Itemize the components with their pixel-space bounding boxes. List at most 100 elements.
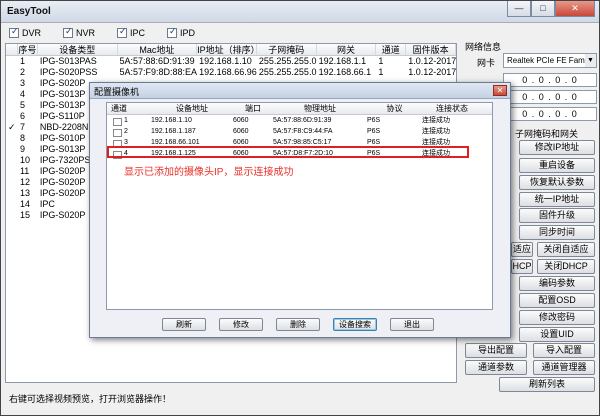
table-cell: IPG-S020PSS [39,67,98,77]
table-cell: 11 [19,166,30,176]
table-cell: P6S [367,128,381,135]
table-cell: 4 [19,89,25,99]
checkbox-icon[interactable] [117,26,128,38]
checkbox-icon[interactable] [113,117,122,126]
refresh-list-button[interactable]: 刷新列表 [499,377,595,392]
filter-dvr[interactable]: DVR [9,26,41,40]
column-header[interactable] [6,44,18,55]
modify-button[interactable]: 修改 [219,318,263,331]
restore-defaults-button[interactable]: 恢复默认参数 [519,175,595,190]
column-header[interactable]: 协议 [367,103,422,114]
ip-field[interactable]: 0 . 0 . 0 . 0 [503,73,597,87]
table-cell: 连接成功 [422,117,450,124]
chevron-down-icon[interactable]: ▼ [585,54,596,67]
close-button[interactable]: ✕ [555,1,595,17]
checkbox-icon[interactable] [113,128,122,137]
filter-label: IPD [180,28,196,38]
checkbox-icon[interactable] [63,26,74,38]
device-search-button[interactable]: 设备搜索 [333,318,377,331]
column-header[interactable]: 连接状态 [422,103,482,114]
table-cell: 192.168.1.1 [318,56,367,66]
checkbox-icon[interactable] [9,26,19,38]
filter-ipc[interactable]: IPC [117,26,145,40]
column-header[interactable]: Mac地址 [118,44,198,55]
column-header[interactable]: 通道 [376,44,407,55]
import-config-button[interactable]: 导入配置 [533,343,595,358]
camera-table[interactable]: 通道 设备地址 端口 物理地址 协议 连接状态 1 192.168.1.10 606… [106,102,493,310]
column-header[interactable]: IP地址（排序） [197,44,257,55]
filter-nvr[interactable]: NVR [63,26,95,40]
status-text: 右键可选择视频预览，打开浏览器操作！ [9,394,172,404]
table-cell [6,144,18,155]
nic-label: 网卡 [477,58,496,68]
column-header[interactable]: 设备类型 [38,44,118,55]
table-cell: 7 [19,122,25,132]
table-row[interactable]: 2 IPG-S020PSS 5A:57:F9:8D:88:EA 192.168.66.… [6,67,456,78]
table-cell: IPG-S013PAS [39,56,97,66]
table-row[interactable]: 2 192.168.1.187 6060 5A:57:F8:C9:44:FA P6S 连接… [107,127,492,137]
filter-label: NVR [76,28,96,38]
filter-label: DVR [22,28,42,38]
column-header[interactable]: 固件版本 [406,44,456,55]
adaptive-button[interactable]: 适应 [511,242,533,257]
table-cell: 5A:57:88:6D:91:39 [273,117,332,124]
channel-number: 2 [124,128,128,135]
column-header[interactable]: 序号 [18,44,38,55]
table-cell: 14 [19,199,30,209]
gateway-field[interactable]: 0 . 0 . 0 . 0 [503,107,597,121]
nic-select[interactable]: Realtek PCIe FE Family ▼ [503,53,597,68]
table-cell [6,100,18,111]
config-osd-button[interactable]: 配置OSD [519,293,595,308]
camera-table-header: 通道 设备地址 端口 物理地址 协议 连接状态 [107,103,492,115]
firmware-upgrade-button[interactable]: 固件升级 [519,208,595,223]
table-cell: 255.255.255.0 [258,67,317,77]
config-camera-dialog: 配置摄像机 ✕ 通道 设备地址 端口 物理地址 协议 连接状态 1 192.168… [89,82,511,338]
table-cell [6,56,18,67]
encode-params-button[interactable]: 编码参数 [519,276,595,291]
modify-ip-button[interactable]: 修改IP地址 [519,140,595,155]
column-header[interactable]: 设备地址 [151,103,233,114]
refresh-button[interactable]: 刷新 [162,318,206,331]
column-header[interactable]: 网关 [317,44,377,55]
channel-params-button[interactable]: 通道参数 [465,360,527,375]
maximize-button[interactable]: □ [531,1,555,17]
set-uid-button[interactable]: 设置UID [519,327,595,342]
filter-label: IPC [130,28,146,38]
column-header[interactable]: 子网掩码 [257,44,317,55]
table-cell: 9 [19,144,25,154]
close-adaptive-button[interactable]: 关闭自适应 [537,242,595,257]
table-cell: 192.168.66.96 [199,67,257,77]
filter-ipd[interactable]: IPD [167,26,195,40]
close-dhcp-button[interactable]: 关闭DHCP [537,259,595,274]
table-cell: 6060 [233,128,249,135]
table-cell [6,199,18,210]
column-header[interactable]: 通道 [107,103,151,114]
minimize-button[interactable]: — [507,1,531,17]
column-header[interactable]: 端口 [233,103,273,114]
exit-button[interactable]: 退出 [390,318,434,331]
mask-field[interactable]: 0 . 0 . 0 . 0 [503,90,597,104]
table-cell [6,177,18,188]
table-cell: 8 [19,133,25,143]
channel-cell: 2 [107,127,151,137]
table-header: 序号 设备类型 Mac地址 IP地址（排序） 子网掩码 网关 通道 固件版本 [6,44,456,56]
channel-manager-button[interactable]: 通道管理器 [533,360,595,375]
restart-button[interactable]: 重启设备 [519,158,595,173]
checkbox-icon[interactable] [167,26,178,38]
table-row[interactable]: 1 192.168.1.10 6060 5A:57:88:6D:91:39 P6S 连接成… [107,116,492,126]
channel-cell: 1 [107,116,151,126]
table-cell: 连接成功 [422,128,450,135]
dhcp-button[interactable]: HCP [511,259,533,274]
unify-ip-button[interactable]: 统一IP地址 [519,192,595,207]
table-row[interactable]: 1 IPG-S013PAS 5A:57:88:6D:91:39 192.168.1.1… [6,56,456,67]
table-cell [6,67,18,78]
column-header[interactable]: 物理地址 [273,103,367,114]
change-password-button[interactable]: 修改密码 [519,310,595,325]
table-cell: 1 [378,56,384,66]
dialog-buttons: 刷新 修改 删除 设备搜索 退出 [162,318,447,331]
delete-button[interactable]: 删除 [276,318,320,331]
table-cell: 192.168.1.187 [151,128,196,135]
sync-time-button[interactable]: 同步时间 [519,225,595,240]
export-config-button[interactable]: 导出配置 [465,343,527,358]
dialog-close-button[interactable]: ✕ [493,85,507,96]
